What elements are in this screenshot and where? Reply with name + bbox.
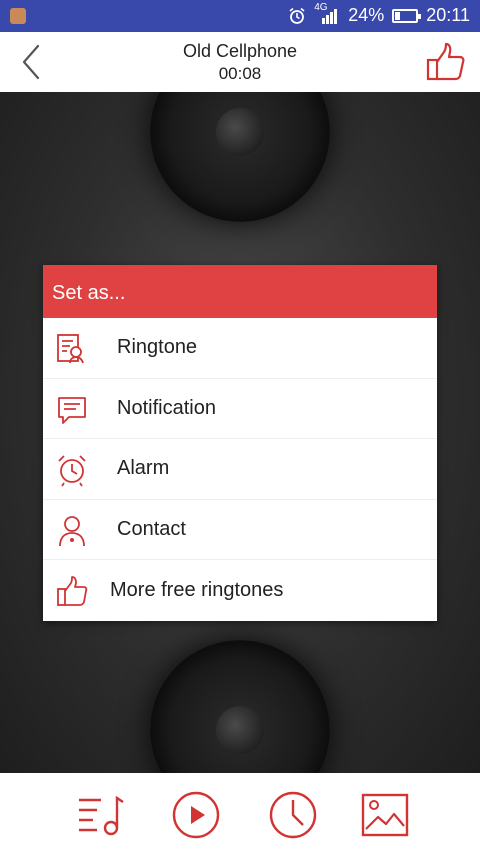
battery-percent: 24% <box>348 5 385 25</box>
ringtone-title: Old Cellphone <box>182 41 298 61</box>
menu-item-alarm[interactable]: Alarm <box>43 439 437 500</box>
playlist-icon[interactable] <box>75 790 125 840</box>
speaker-image <box>150 92 330 222</box>
thumbs-up-icon[interactable] <box>424 40 468 84</box>
dialog-title: Set as... <box>43 265 437 318</box>
menu-item-label: More free ringtones <box>110 578 284 601</box>
set-as-dialog: Set as... Ringtone Notification Alarm Co… <box>43 265 437 621</box>
play-icon[interactable] <box>171 790 221 840</box>
status-bar: 4G 24% 20:11 <box>0 0 480 32</box>
menu-item-label: Alarm <box>117 457 170 480</box>
header: Old Cellphone 00:08 <box>0 32 480 92</box>
menu-item-label: Ringtone <box>117 336 198 359</box>
alarm-clock-icon <box>289 7 305 24</box>
battery-icon <box>392 8 422 23</box>
bottom-toolbar <box>0 773 480 854</box>
battery-level-fill <box>395 11 401 20</box>
ringtone-duration: 00:08 <box>218 64 262 83</box>
menu-item-notification[interactable]: Notification <box>43 379 437 439</box>
contact-icon <box>59 515 85 546</box>
notification-icon <box>58 396 86 424</box>
app-notification-icon <box>10 8 26 24</box>
status-right: 4G 24% 20:11 <box>288 2 470 26</box>
thumbs-up-icon <box>57 576 88 606</box>
alarm-icon <box>58 455 86 487</box>
menu-item-contact[interactable]: Contact <box>43 500 437 560</box>
menu-item-label: Contact <box>117 517 186 540</box>
image-icon[interactable] <box>360 790 410 840</box>
menu-item-more-ringtones[interactable]: More free ringtones <box>43 560 437 621</box>
menu-item-ringtone[interactable]: Ringtone <box>43 318 437 379</box>
clock-time: 20:11 <box>426 5 470 25</box>
signal-icon: 4G <box>314 2 340 26</box>
menu-item-label: Notification <box>117 396 216 419</box>
ringtone-icon <box>57 334 84 364</box>
clock-icon[interactable] <box>268 790 318 840</box>
speaker-image <box>150 640 330 773</box>
